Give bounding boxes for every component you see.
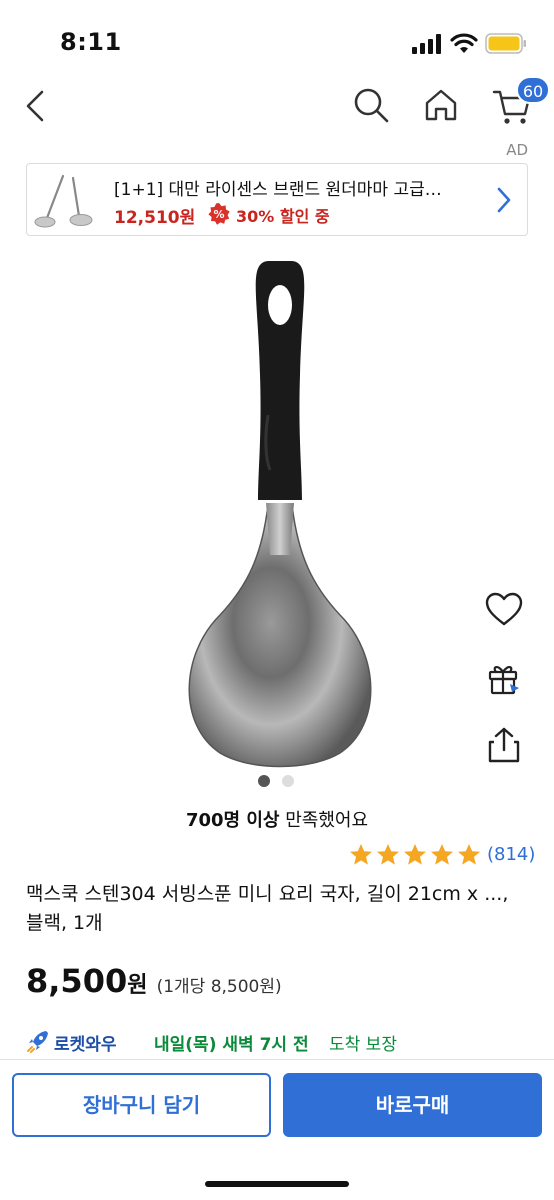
ladle-set-thumbnail bbox=[34, 174, 93, 228]
pagination-dot[interactable] bbox=[282, 775, 294, 787]
status-bar: 8:11 bbox=[0, 0, 554, 80]
price: 8,500 bbox=[26, 962, 128, 1000]
cart-count-badge: 60 bbox=[516, 76, 550, 104]
discount-icon: % bbox=[208, 203, 230, 225]
price-row: 8,500원 (1개당 8,500원) bbox=[26, 962, 282, 1006]
ad-label: AD bbox=[506, 141, 528, 159]
battery-icon bbox=[485, 33, 526, 54]
rocket-wow-label: 로켓와우 bbox=[54, 1035, 117, 1055]
pagination-dot-active[interactable] bbox=[258, 775, 270, 787]
review-count[interactable]: (814) bbox=[487, 844, 535, 865]
buy-now-button[interactable]: 바로구매 bbox=[283, 1073, 542, 1137]
image-pagination bbox=[258, 775, 298, 789]
home-icon[interactable] bbox=[422, 86, 460, 124]
signal-icon bbox=[412, 34, 441, 54]
gift-icon[interactable] bbox=[486, 660, 522, 696]
back-icon[interactable] bbox=[18, 88, 54, 124]
heart-icon[interactable] bbox=[484, 590, 524, 630]
star-rating-icon bbox=[350, 844, 480, 865]
price-unit: 원 bbox=[127, 973, 148, 998]
satisfaction-count: 700명 이상 bbox=[185, 810, 280, 831]
home-indicator bbox=[205, 1181, 349, 1187]
top-nav bbox=[0, 80, 554, 140]
ad-title: [1+1] 대만 라이센스 브랜드 원더마마 고급… bbox=[114, 180, 442, 200]
satisfaction-summary: 700명 이상 만족했어요 bbox=[0, 806, 554, 832]
product-title: 맥스쿡 스텐304 서빙스푼 미니 요리 국자, 길이 21cm x ..., … bbox=[26, 883, 509, 934]
ad-price: 12,510원 bbox=[114, 208, 196, 228]
add-to-cart-button[interactable]: 장바구니 담기 bbox=[12, 1073, 271, 1137]
svg-text:%: % bbox=[213, 208, 224, 221]
status-time: 8:11 bbox=[60, 28, 122, 56]
unit-price: (1개당 8,500원) bbox=[156, 977, 282, 997]
delivery-guarantee: 도착 보장 bbox=[329, 1035, 397, 1055]
ad-banner[interactable]: [1+1] 대만 라이센스 브랜드 원더마마 고급… 12,510원 % 30%… bbox=[26, 163, 528, 236]
chevron-right-icon bbox=[497, 187, 511, 213]
delivery-date: 내일(목) 새벽 7시 전 bbox=[154, 1035, 309, 1055]
rocket-icon bbox=[27, 1031, 48, 1053]
search-icon[interactable] bbox=[352, 86, 390, 124]
ad-discount: 30% 할인 중 bbox=[236, 207, 330, 226]
share-icon[interactable] bbox=[486, 726, 522, 764]
satisfaction-text: 만족했어요 bbox=[279, 810, 369, 831]
product-image[interactable] bbox=[140, 255, 420, 770]
divider bbox=[0, 1059, 554, 1060]
wifi-icon bbox=[450, 33, 478, 53]
